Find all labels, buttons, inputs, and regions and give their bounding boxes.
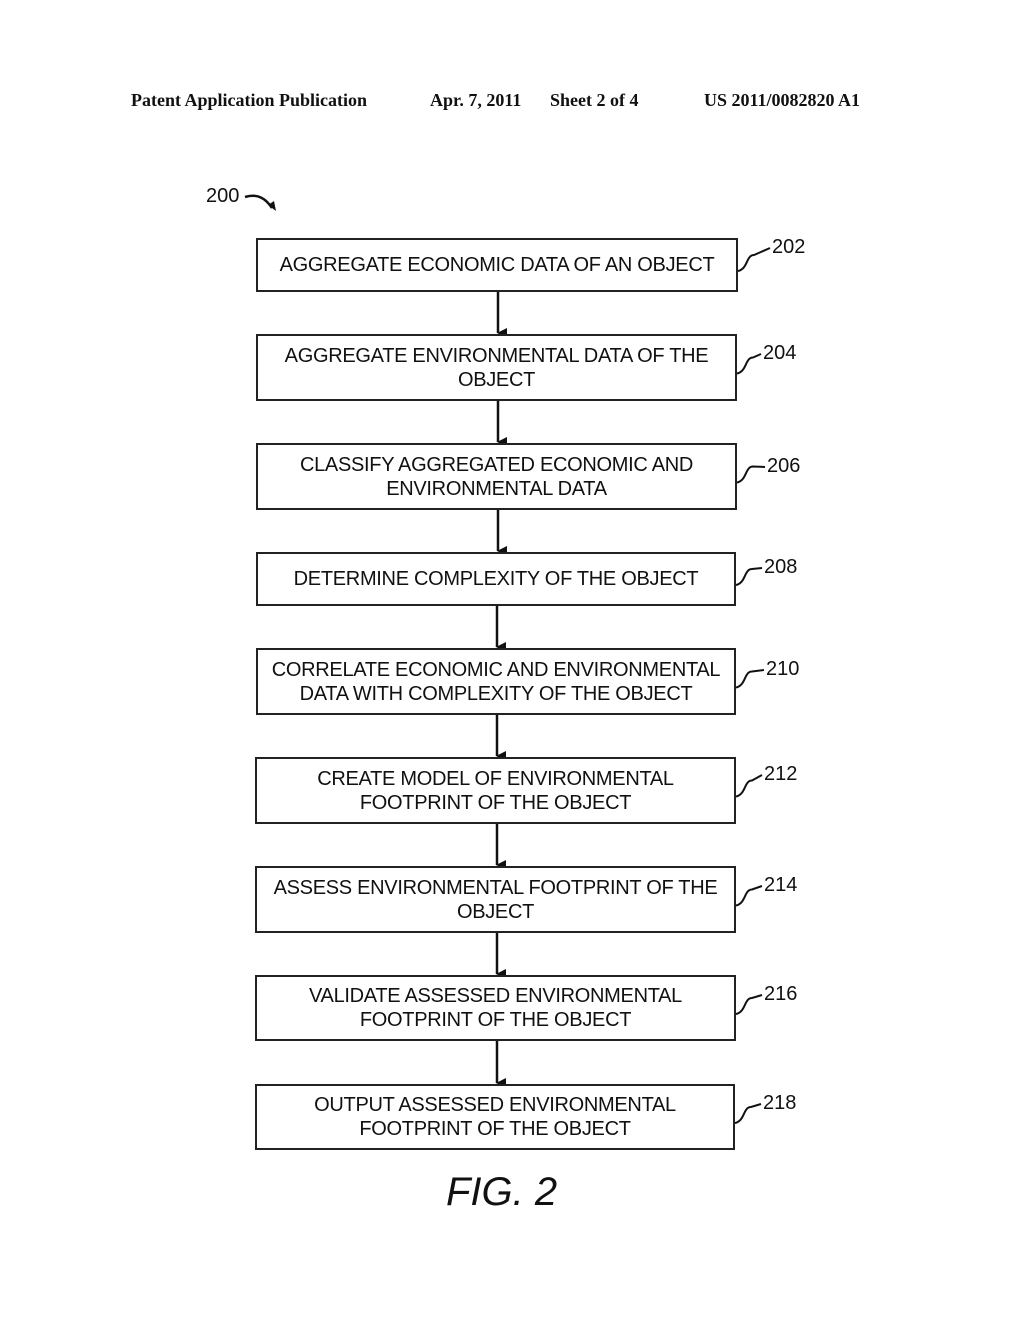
step-text: AGGREGATE ENVIRONMENTAL DATA OF THE OBJE…	[284, 344, 709, 391]
step-text: CORRELATE ECONOMIC AND ENVIRONMENTAL DAT…	[271, 658, 721, 705]
step-text: DETERMINE COMPLEXITY OF THE OBJECT	[293, 568, 699, 590]
leader-line-216	[735, 994, 763, 1015]
leader-line-214	[735, 885, 763, 907]
step-ref-number: 202	[772, 236, 806, 258]
leader-line-210	[735, 669, 765, 689]
step-box-206: CLASSIFY AGGREGATED ECONOMIC AND ENVIRON…	[256, 443, 737, 510]
leader-line-202	[737, 247, 771, 272]
step-ref-number: 214	[764, 874, 798, 896]
step-ref-number: 206	[767, 455, 801, 477]
step-text: ASSESS ENVIRONMENTAL FOOTPRINT OF THE OB…	[273, 876, 718, 923]
leader-line-204	[736, 353, 762, 375]
leader-line-206	[736, 465, 766, 484]
step-box-218: OUTPUT ASSESSED ENVIRONMENTAL FOOTPRINT …	[255, 1084, 735, 1150]
step-box-202: AGGREGATE ECONOMIC DATA OF AN OBJECT	[256, 238, 738, 292]
step-text: CREATE MODEL OF ENVIRONMENTAL FOOTPRINT …	[317, 767, 674, 814]
step-text: AGGREGATE ECONOMIC DATA OF AN OBJECT	[279, 254, 715, 276]
step-box-212: CREATE MODEL OF ENVIRONMENTAL FOOTPRINT …	[255, 757, 736, 824]
step-box-216: VALIDATE ASSESSED ENVIRONMENTAL FOOTPRIN…	[255, 975, 736, 1041]
figure-label: FIG. 2	[446, 1170, 558, 1214]
step-ref-number: 210	[766, 658, 800, 680]
step-ref-number: 212	[764, 763, 798, 785]
leader-line-212	[735, 774, 763, 798]
step-box-210: CORRELATE ECONOMIC AND ENVIRONMENTAL DAT…	[256, 648, 736, 715]
step-box-204: AGGREGATE ENVIRONMENTAL DATA OF THE OBJE…	[256, 334, 737, 401]
diagram-ref-arrow-icon	[244, 194, 274, 209]
step-text: CLASSIFY AGGREGATED ECONOMIC AND ENVIRON…	[299, 453, 694, 500]
step-ref-number: 218	[763, 1092, 797, 1114]
step-box-208: DETERMINE COMPLEXITY OF THE OBJECT	[256, 552, 736, 606]
step-text: VALIDATE ASSESSED ENVIRONMENTAL FOOTPRIN…	[308, 985, 683, 1031]
step-ref-number: 216	[764, 983, 798, 1005]
step-text: OUTPUT ASSESSED ENVIRONMENTAL FOOTPRINT …	[314, 1094, 676, 1140]
step-box-214: ASSESS ENVIRONMENTAL FOOTPRINT OF THE OB…	[255, 866, 736, 933]
step-ref-number: 204	[763, 342, 797, 364]
leader-line-218	[734, 1103, 762, 1124]
step-ref-number: 208	[764, 556, 798, 578]
leader-line-208	[735, 567, 763, 586]
